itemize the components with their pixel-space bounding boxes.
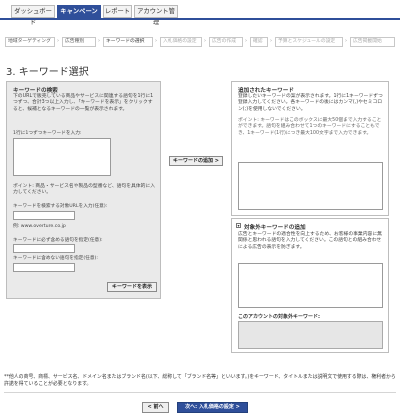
exclude-words-label: キーワードに含めない語句を指定(任意):: [13, 256, 98, 261]
step-budget: 予算とスケジュールの設定: [275, 37, 343, 47]
tab-dashboard[interactable]: ダッシュボード: [11, 5, 55, 26]
added-keywords-description: 登録したいキーワードの案が表示されます。1行に1キーワードずつ登録入力してくださ…: [238, 94, 383, 112]
step-bid: 入札価格の設定: [160, 37, 202, 47]
excluded-keywords-panel: ▾ 対象外キーワードの追加 広告とキーワードの適合性を向上するため、お客様の事業…: [231, 218, 389, 353]
excluded-keywords-textarea[interactable]: [238, 263, 383, 308]
exclude-words-input[interactable]: [13, 263, 75, 272]
arrow-icon: ›: [270, 38, 272, 44]
divider: [4, 392, 396, 393]
added-keywords-title: 追加されたキーワード: [238, 88, 294, 94]
include-label: キーワードに必ず含める語句を指定(任意):: [13, 238, 103, 243]
collapse-icon[interactable]: ▾: [236, 223, 241, 228]
keyword-search-panel: キーワードの検索 下のURLで販売している商品やサービスに関連する語句を1行に1…: [6, 81, 161, 299]
step-region: 地域ターゲティング: [5, 37, 55, 47]
url-label: キーワードを検索する対象URLを入力(任意):: [13, 204, 108, 209]
step-confirm: 確認: [250, 37, 268, 47]
top-navigation: ダッシュボード キャンペーン レポート アカウント管理: [0, 0, 400, 26]
arrow-icon: ›: [245, 38, 247, 44]
next-button[interactable]: 次へ: 入札価格の設定 >: [177, 402, 248, 413]
added-keywords-panel: 追加されたキーワード 登録したいキーワードの案が表示されます。1行に1キーワード…: [231, 81, 389, 216]
arrow-icon: ›: [204, 38, 206, 44]
brand-footnote: **他人の商号、商標、サービス名、ドメイン名またはブランド名(以下、総称して「ブ…: [4, 374, 396, 387]
tab-report[interactable]: レポート: [103, 5, 132, 18]
step-start: 広告掲載開始: [350, 37, 395, 47]
tab-campaign[interactable]: キャンペーン: [57, 5, 101, 18]
arrow-icon: ›: [98, 38, 100, 44]
added-keywords-textarea[interactable]: [238, 162, 383, 210]
step-ad-create: 広告の作成: [209, 37, 243, 47]
account-excluded-label: このアカウントの対象外キーワード:: [238, 314, 321, 320]
page-title: 3. キーワード選択: [6, 67, 89, 78]
add-keyword-button[interactable]: キーワードの追加 >: [169, 156, 223, 166]
excluded-keywords-description: 広告とキーワードの適合性を向上するため、お客様の事業内容に無関係と思われる語句を…: [238, 232, 382, 250]
tab-account[interactable]: アカウント管理: [134, 5, 178, 26]
step-keywords: キーワードの選択: [103, 37, 153, 47]
back-button[interactable]: < 前へ: [142, 402, 169, 413]
arrow-icon: ›: [57, 38, 59, 44]
arrow-icon: ›: [345, 38, 347, 44]
show-keywords-button[interactable]: キーワードを表示: [107, 282, 157, 292]
keyword-search-title: キーワードの検索: [13, 88, 58, 94]
keyword-input-label: 1行に1つずつキーワードを入力:: [13, 131, 82, 136]
excluded-keywords-title: 対象外キーワードの追加: [244, 225, 306, 231]
step-ad-type: 広告種別: [62, 37, 96, 47]
include-input[interactable]: [13, 244, 75, 253]
keyword-point: ポイント: 商品・サービス名や製品の型番など、語句を具体的に入力してください。: [13, 184, 156, 196]
keyword-search-description: 下のURLで販売している商品やサービスに関連する語句を1行に1つずつ、合計3つ以…: [13, 94, 154, 112]
nav-underline: [0, 18, 400, 20]
keyword-textarea[interactable]: [13, 138, 111, 176]
arrow-icon: ›: [155, 38, 157, 44]
url-input[interactable]: [13, 211, 75, 220]
breadcrumb: 地域ターゲティング › 広告種別 › キーワードの選択 › 入札価格の設定 › …: [5, 37, 400, 49]
url-example: 例: www.overture.co.jp: [13, 224, 66, 229]
added-keywords-point: ポイント: キーワードはこのボックスに最大50個まで入力することができます。語句…: [238, 118, 382, 136]
account-excluded-list: [238, 321, 383, 349]
